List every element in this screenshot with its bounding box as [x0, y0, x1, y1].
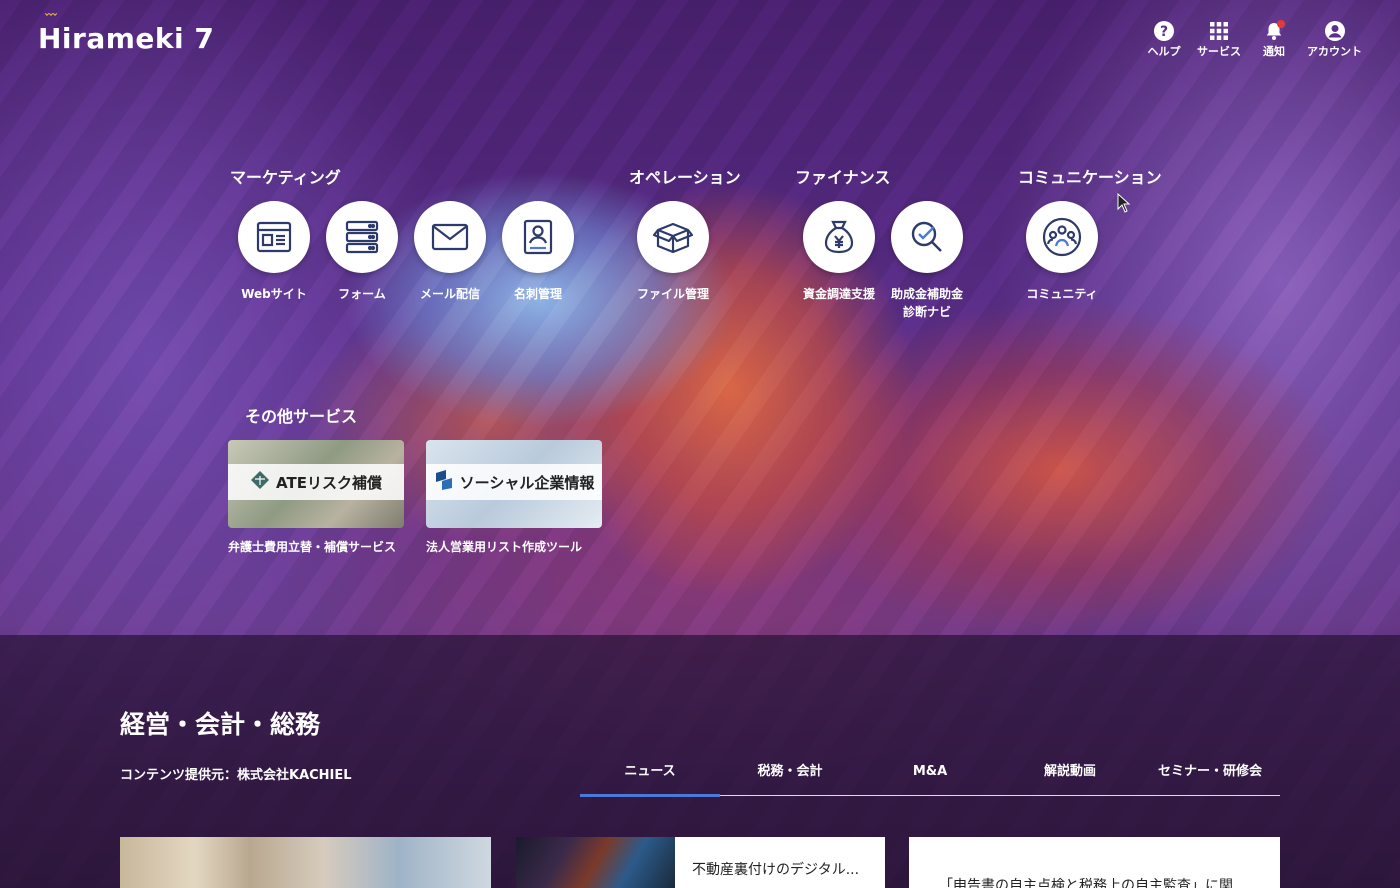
service-subsidy-navi[interactable]: 助成金補助金 診断ナビ: [882, 201, 972, 321]
section-title-other-services: その他サービス: [245, 407, 358, 426]
banner-social-company-info-caption: 法人営業用リスト作成ツール: [426, 540, 583, 554]
logo-text: Hirameki 7: [38, 22, 215, 55]
nav-services[interactable]: サービス: [1197, 20, 1241, 59]
banner-social-company-info-text: ソーシャル企業情報: [459, 473, 595, 492]
top-navigation: ? ヘルプ サービス 通知 アカウント: [1145, 20, 1362, 59]
service-funding-support-label: 資金調達支援: [802, 287, 875, 301]
banner-ate-risk[interactable]: ATEリスク補償: [228, 440, 404, 528]
banner-ate-risk-caption: 弁護士費用立替・補償サービス: [228, 540, 397, 554]
service-mail-label: メール配信: [419, 287, 480, 301]
money-bag-icon: [803, 201, 875, 273]
service-file-management-label: ファイル管理: [636, 287, 709, 301]
tab-tax-accounting[interactable]: 税務・会計: [720, 756, 860, 795]
social-logo-icon: [434, 469, 454, 495]
service-business-card-label: 名刺管理: [513, 287, 562, 301]
tab-seminars[interactable]: セミナー・研修会: [1140, 756, 1280, 795]
service-community-label: コミュニティ: [1026, 287, 1098, 301]
service-form[interactable]: フォーム: [317, 201, 407, 303]
article-card[interactable]: [120, 837, 491, 888]
section-title-finance: ファイナンス: [795, 168, 891, 187]
help-icon: ?: [1153, 20, 1175, 42]
nav-account-label: アカウント: [1307, 45, 1362, 58]
service-website[interactable]: Webサイト: [229, 201, 319, 303]
mouse-cursor-icon: [1117, 192, 1131, 217]
nav-account[interactable]: アカウント: [1307, 20, 1362, 59]
tab-videos[interactable]: 解説動画: [1000, 756, 1140, 795]
scale-logo-icon: [250, 470, 270, 494]
nav-help-label: ヘルプ: [1147, 45, 1181, 58]
service-website-label: Webサイト: [241, 287, 307, 301]
service-form-label: フォーム: [338, 287, 386, 301]
community-icon: [1026, 201, 1098, 273]
svg-text:?: ?: [1160, 24, 1168, 40]
section-title-operation: オペレーション: [629, 168, 741, 187]
service-file-management[interactable]: ファイル管理: [628, 201, 718, 303]
banner-ate-risk-strip: ATEリスク補償: [228, 464, 404, 500]
service-mail[interactable]: メール配信: [405, 201, 495, 303]
magnifier-check-icon: [891, 201, 963, 273]
section-title-marketing: マーケティング: [230, 168, 341, 187]
banner-ate-risk-text: ATEリスク補償: [276, 473, 382, 492]
website-icon: [238, 201, 310, 273]
article-card[interactable]: 不動産裏付けのデジタル...: [516, 837, 885, 888]
banner-social-company-info[interactable]: ソーシャル企業情報: [426, 440, 602, 528]
content-tabs: ニュース 税務・会計 M&A 解説動画 セミナー・研修会: [580, 756, 1280, 797]
grid-icon: [1208, 20, 1230, 42]
content-provider: コンテンツ提供元：株式会社KACHIEL: [120, 768, 352, 783]
article-card-title: 不動産裏付けのデジタル...: [692, 862, 860, 878]
logo-spark-icon: ˇˇˇ: [44, 12, 58, 26]
form-icon: [326, 201, 398, 273]
notification-badge: [1277, 20, 1285, 28]
service-funding-support[interactable]: 資金調達支援: [794, 201, 884, 303]
service-community[interactable]: コミュニティ: [1017, 201, 1107, 303]
bell-icon: [1263, 20, 1285, 42]
section-title-communication: コミュニケーション: [1018, 168, 1162, 187]
nav-help[interactable]: ? ヘルプ: [1145, 20, 1183, 59]
account-icon: [1324, 20, 1346, 42]
nav-services-label: サービス: [1197, 45, 1241, 58]
article-thumbnail: [516, 837, 675, 888]
box-icon: [637, 201, 709, 273]
service-business-card[interactable]: 名刺管理: [493, 201, 583, 303]
article-card-title: 「申告書の自主点検と税務上の自主監査」に関: [939, 878, 1233, 888]
content-title: 経営・会計・総務: [120, 710, 321, 739]
article-card[interactable]: 「申告書の自主点検と税務上の自主監査」に関: [909, 837, 1280, 888]
logo[interactable]: ˇˇˇ Hirameki 7: [38, 12, 215, 55]
tab-news[interactable]: ニュース: [580, 756, 720, 797]
service-subsidy-navi-label: 助成金補助金 診断ナビ: [890, 287, 963, 319]
nav-notifications[interactable]: 通知: [1255, 20, 1293, 59]
tab-ma[interactable]: M&A: [860, 756, 1000, 795]
mail-icon: [414, 201, 486, 273]
business-card-icon: [502, 201, 574, 273]
nav-notifications-label: 通知: [1263, 45, 1285, 58]
banner-social-company-info-strip: ソーシャル企業情報: [426, 464, 602, 500]
